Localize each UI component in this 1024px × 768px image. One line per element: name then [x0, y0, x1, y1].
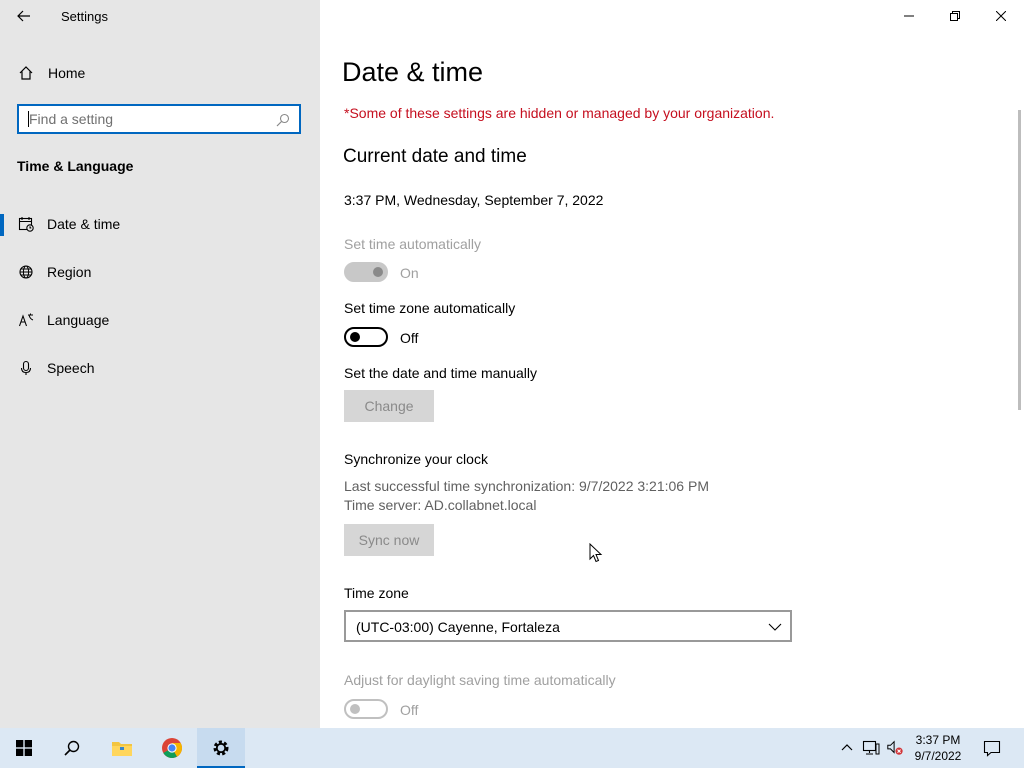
chrome-button[interactable] — [148, 728, 196, 768]
back-arrow-icon — [17, 10, 30, 22]
set-time-auto-state: On — [400, 265, 419, 281]
file-explorer-button[interactable] — [98, 728, 146, 768]
volume-muted-icon — [887, 740, 903, 755]
toggle-knob — [373, 267, 383, 277]
section-title: Time & Language — [17, 158, 134, 174]
current-date-time-heading: Current date and time — [343, 146, 527, 167]
search-box[interactable] — [17, 104, 301, 134]
sync-clock-heading: Synchronize your clock — [344, 451, 488, 467]
org-managed-notice: *Some of these settings are hidden or ma… — [344, 105, 775, 121]
toggle-knob — [350, 704, 360, 714]
last-sync-text: Last successful time synchronization: 9/… — [344, 478, 709, 494]
scrollbar[interactable] — [1018, 110, 1021, 410]
change-button[interactable]: Change — [344, 390, 434, 422]
dst-state: Off — [400, 702, 419, 718]
start-icon — [16, 740, 32, 756]
set-timezone-auto-label: Set time zone automatically — [344, 300, 516, 316]
sidebar-item-region[interactable]: Region — [0, 252, 320, 292]
set-time-auto-toggle[interactable] — [344, 262, 388, 282]
sidebar-item-language[interactable]: Language — [0, 300, 320, 340]
taskbar-search-button[interactable] — [48, 728, 96, 768]
clock-time: 3:37 PM — [915, 733, 961, 747]
start-button[interactable] — [0, 728, 48, 768]
set-timezone-auto-toggle[interactable] — [344, 327, 388, 347]
globe-icon — [17, 263, 35, 281]
chevron-down-icon — [768, 620, 782, 634]
sidebar-item-date-time[interactable]: Date & time — [0, 204, 320, 244]
language-icon — [17, 311, 35, 329]
restore-icon — [950, 11, 960, 21]
sidebar-item-label: Speech — [47, 360, 95, 376]
sidebar-item-home[interactable]: Home — [0, 53, 320, 93]
sidebar-item-label: Date & time — [47, 216, 121, 232]
current-date-time-value: 3:37 PM, Wednesday, September 7, 2022 — [344, 192, 604, 208]
sidebar-item-label: Language — [47, 312, 110, 328]
time-zone-dropdown[interactable]: (UTC-03:00) Cayenne, Fortaleza — [344, 610, 792, 642]
volume-button[interactable] — [886, 738, 904, 758]
page-title: Date & time — [342, 57, 484, 87]
sidebar-item-label: Region — [47, 264, 92, 280]
taskbar — [0, 728, 1024, 768]
action-center-button[interactable] — [980, 738, 1004, 758]
time-server-text: Time server: AD.collabnet.local — [344, 497, 537, 513]
sync-now-button[interactable]: Sync now — [344, 524, 434, 556]
network-icon — [862, 740, 880, 755]
home-icon — [17, 64, 35, 82]
search-icon — [64, 740, 80, 756]
search-icon[interactable] — [275, 112, 291, 128]
settings-icon — [213, 740, 229, 756]
minimize-icon — [904, 15, 914, 17]
clock-date: 9/7/2022 — [914, 749, 962, 763]
chevron-up-icon — [841, 744, 853, 751]
taskbar-clock[interactable]: 3:37 PM 9/7/2022 — [908, 732, 968, 764]
dst-label: Adjust for daylight saving time automati… — [344, 672, 616, 688]
set-manually-label: Set the date and time manually — [344, 365, 538, 381]
close-icon — [996, 11, 1006, 21]
chrome-icon — [162, 738, 182, 758]
restore-button[interactable] — [932, 0, 978, 32]
home-label: Home — [48, 65, 86, 81]
action-center-icon — [983, 740, 1001, 757]
back-button[interactable] — [12, 4, 36, 28]
network-button[interactable] — [862, 738, 880, 758]
microphone-icon — [17, 359, 35, 377]
close-button[interactable] — [978, 0, 1024, 32]
sidebar-item-speech[interactable]: Speech — [0, 348, 320, 388]
toggle-knob — [350, 332, 360, 342]
mouse-pointer-icon — [589, 543, 603, 563]
calendar-clock-icon — [17, 215, 35, 233]
settings-taskbar-button[interactable] — [197, 728, 245, 768]
show-hidden-icons-button[interactable] — [838, 738, 856, 758]
time-zone-value: (UTC-03:00) Cayenne, Fortaleza — [356, 619, 560, 635]
dst-toggle[interactable] — [344, 699, 388, 719]
set-timezone-auto-state: Off — [400, 330, 419, 346]
set-time-auto-label: Set time automatically — [344, 236, 481, 252]
time-zone-label: Time zone — [344, 585, 409, 601]
search-input[interactable] — [19, 106, 269, 132]
text-caret — [28, 111, 29, 127]
window-title: Settings — [61, 9, 108, 24]
minimize-button[interactable] — [886, 0, 932, 32]
sidebar: Settings Home Time & Language Date & tim… — [0, 0, 320, 728]
file-explorer-icon — [112, 742, 132, 756]
